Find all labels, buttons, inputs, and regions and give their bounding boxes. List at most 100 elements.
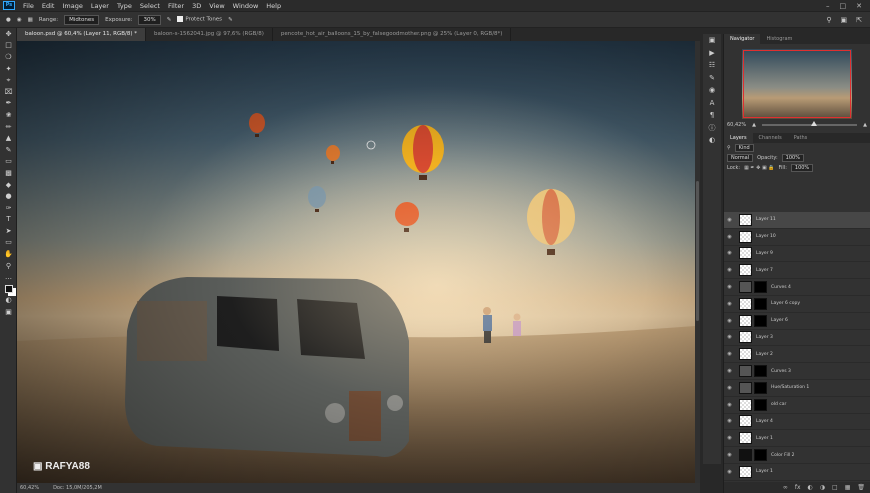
zoom-out-icon[interactable]: ▲ xyxy=(752,122,756,128)
tab-layers[interactable]: Layers xyxy=(724,133,753,143)
adjustments-icon[interactable]: ◐ xyxy=(703,134,721,147)
lasso-tool-icon[interactable]: ❍ xyxy=(0,51,17,63)
brushes-icon[interactable]: ✎ xyxy=(703,72,721,85)
layer-name[interactable]: Layer 7 xyxy=(756,268,773,273)
scrollbar-thumb[interactable] xyxy=(696,181,699,321)
visibility-eye-icon[interactable]: ◉ xyxy=(724,368,735,374)
layer-thumbnail[interactable] xyxy=(739,465,752,478)
layer-name[interactable]: Layer 6 copy xyxy=(771,301,800,306)
dodge-tool-icon[interactable]: ● xyxy=(6,17,11,23)
menu-file[interactable]: File xyxy=(19,2,38,10)
mask-icon[interactable]: ◐ xyxy=(808,484,813,491)
layer-name[interactable]: Curves 3 xyxy=(771,369,791,374)
layer-thumbnail[interactable] xyxy=(739,264,752,277)
menu-image[interactable]: Image xyxy=(58,2,86,10)
search-icon[interactable]: ⚲ xyxy=(826,16,831,24)
menu-3d[interactable]: 3D xyxy=(188,2,205,10)
visibility-eye-icon[interactable]: ◉ xyxy=(724,351,735,357)
visibility-eye-icon[interactable]: ◉ xyxy=(724,318,735,324)
layer-name[interactable]: Color Fill 2 xyxy=(771,453,794,458)
shape-tool-icon[interactable]: ▭ xyxy=(0,237,17,249)
crop-tool-icon[interactable]: ⌖ xyxy=(0,74,17,86)
kind-filter-select[interactable]: Kind xyxy=(734,144,754,152)
zoom-in-icon[interactable]: ▲ xyxy=(863,122,867,128)
more-tools-icon[interactable]: … xyxy=(0,271,17,283)
layer-row[interactable]: ◉ Layer 1 xyxy=(724,464,870,481)
visibility-eye-icon[interactable]: ◉ xyxy=(724,385,735,391)
group-icon[interactable]: □ xyxy=(832,484,838,491)
new-layer-icon[interactable]: ▦ xyxy=(845,484,851,491)
screen-mode-icon[interactable]: ▣ xyxy=(0,306,17,318)
visibility-eye-icon[interactable]: ◉ xyxy=(724,402,735,408)
type-tool-icon[interactable]: T xyxy=(0,214,17,226)
tab-navigator[interactable]: Navigator xyxy=(724,34,761,44)
layer-row[interactable]: ◉ Layer 2 xyxy=(724,346,870,364)
marquee-tool-icon[interactable]: □ xyxy=(0,40,17,52)
layer-row[interactable]: ◉ Layer 6 xyxy=(724,313,870,330)
menu-filter[interactable]: Filter xyxy=(164,2,188,10)
visibility-eye-icon[interactable]: ◉ xyxy=(724,234,735,240)
quick-mask-icon[interactable]: ◐ xyxy=(0,295,17,307)
brush-tool-icon[interactable]: ✏ xyxy=(0,121,17,133)
layer-thumbnail[interactable] xyxy=(739,230,752,243)
layer-name[interactable]: Layer 3 xyxy=(756,335,773,340)
fx-icon[interactable]: fx xyxy=(795,484,801,491)
layer-thumbnail[interactable] xyxy=(739,348,752,361)
brush-preset-icon[interactable]: ◉ xyxy=(17,17,22,23)
layer-row[interactable]: ◉ Curves 4 xyxy=(724,279,870,296)
exposure-input[interactable]: 30% xyxy=(138,14,161,25)
actions-icon[interactable]: ▶ xyxy=(703,47,721,60)
menu-layer[interactable]: Layer xyxy=(87,2,113,10)
navigator-zoom-value[interactable]: 60,42% xyxy=(727,122,746,128)
layer-mask-thumbnail[interactable] xyxy=(754,449,767,462)
layer-row[interactable]: ◉ Layer 11 xyxy=(724,212,870,229)
eyedropper-tool-icon[interactable]: ✒ xyxy=(0,98,17,110)
clone-source-icon[interactable]: ◉ xyxy=(703,84,721,97)
menu-help[interactable]: Help xyxy=(262,2,285,10)
layer-mask-thumbnail[interactable] xyxy=(754,314,767,327)
layer-thumbnail[interactable] xyxy=(739,247,752,260)
layer-thumbnail[interactable] xyxy=(739,449,752,462)
visibility-eye-icon[interactable]: ◉ xyxy=(724,301,735,307)
info-icon[interactable]: ⓘ xyxy=(703,122,721,135)
zoom-slider[interactable] xyxy=(761,121,858,126)
layer-mask-thumbnail[interactable] xyxy=(754,381,767,394)
layer-thumbnail[interactable] xyxy=(739,365,752,378)
layer-row[interactable]: ◉ Hue/Saturation 1 xyxy=(724,380,870,397)
layer-row[interactable]: ◉ Layer 9 xyxy=(724,246,870,263)
layer-mask-thumbnail[interactable] xyxy=(754,297,767,310)
layer-name[interactable]: old car xyxy=(771,402,786,407)
layer-name[interactable]: Layer 10 xyxy=(756,234,776,239)
blur-tool-icon[interactable]: ◆ xyxy=(0,179,17,191)
brush-settings-icon[interactable]: ▦ xyxy=(28,17,33,23)
layer-name[interactable]: Layer 4 xyxy=(756,419,773,424)
history-icon[interactable]: ▣ xyxy=(703,34,721,47)
visibility-eye-icon[interactable]: ◉ xyxy=(724,267,735,273)
vertical-scrollbar[interactable] xyxy=(695,41,700,483)
tab-paths[interactable]: Paths xyxy=(788,133,814,143)
document-canvas[interactable]: ▣ RAFYA88 xyxy=(17,41,695,485)
visibility-eye-icon[interactable]: ◉ xyxy=(724,435,735,441)
tab-baloon-jpg[interactable]: baloon-s-1562041.jpg @ 97,6% (RGB/8) xyxy=(146,28,273,41)
frame-tool-icon[interactable]: ⌧ xyxy=(0,86,17,98)
fill-input[interactable]: 100% xyxy=(790,164,814,172)
quick-select-tool-icon[interactable]: ✦ xyxy=(0,63,17,75)
layer-row[interactable]: ◉ Layer 1 xyxy=(724,430,870,448)
tab-baloon-psd[interactable]: baloon.psd @ 60,4% (Layer 11, RGB/8) * xyxy=(17,28,146,41)
healing-tool-icon[interactable]: ❀ xyxy=(0,109,17,121)
layer-mask-thumbnail[interactable] xyxy=(754,398,767,411)
layer-name[interactable]: Layer 1 xyxy=(756,436,773,441)
navigator-view-rect[interactable] xyxy=(743,50,851,118)
navigator-thumbnail[interactable] xyxy=(742,49,852,119)
layer-row[interactable]: ◉ Layer 7 xyxy=(724,262,870,280)
menu-edit[interactable]: Edit xyxy=(38,2,59,10)
trash-icon[interactable]: 🗑 xyxy=(857,484,865,491)
layer-thumbnail[interactable] xyxy=(739,331,752,344)
layer-name[interactable]: Layer 9 xyxy=(756,251,773,256)
zoom-tool-icon[interactable]: ⚲ xyxy=(0,260,17,272)
maximize-icon[interactable]: □ xyxy=(840,2,847,10)
visibility-eye-icon[interactable]: ◉ xyxy=(724,418,735,424)
opacity-input[interactable]: 100% xyxy=(781,154,804,162)
layer-mask-thumbnail[interactable] xyxy=(754,365,767,378)
layer-thumbnail[interactable] xyxy=(739,281,752,294)
